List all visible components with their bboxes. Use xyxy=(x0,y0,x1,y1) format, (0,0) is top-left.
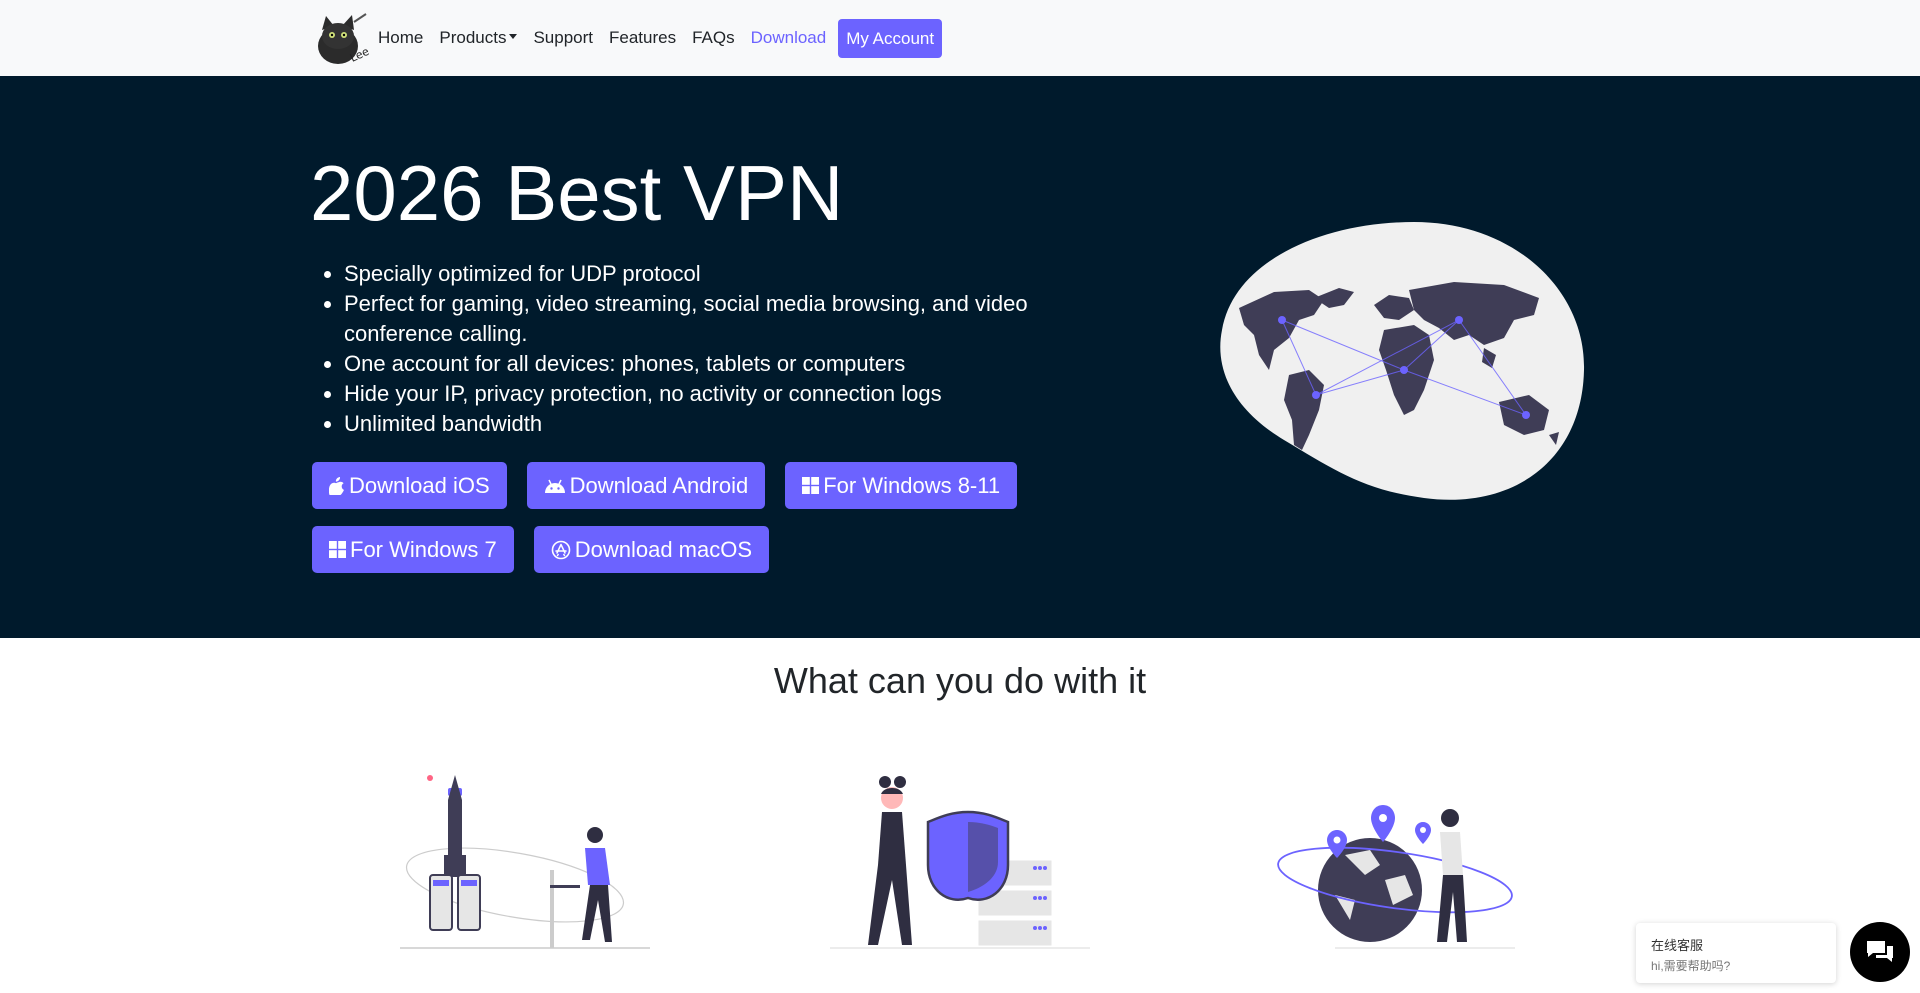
cat-logo-icon[interactable]: Lee xyxy=(312,10,370,66)
download-ios-label: Download iOS xyxy=(349,472,490,498)
hero-title: 2026 Best VPN xyxy=(310,149,844,237)
download-windows-8-11-label: For Windows 8-11 xyxy=(823,472,1001,498)
chat-subtitle: hi,需要帮助吗? xyxy=(1651,959,1731,973)
apple-icon xyxy=(329,476,344,495)
download-windows-7-button[interactable]: For Windows 7 xyxy=(312,526,514,573)
my-account-button[interactable]: My Account xyxy=(838,18,943,58)
global-locations-illustration xyxy=(1277,805,1515,949)
nav-download[interactable]: Download xyxy=(751,28,827,48)
android-icon xyxy=(544,479,565,493)
feature-item: Perfect for gaming, video streaming, soc… xyxy=(324,289,1134,349)
feature-item: Unlimited bandwidth xyxy=(324,409,1134,439)
feature-item: Hide your IP, privacy protection, no act… xyxy=(324,379,1134,409)
download-macos-button[interactable]: Download macOS xyxy=(533,526,770,573)
chat-title: 在线客服 xyxy=(1651,938,1704,953)
download-buttons-row-2: For Windows 7 Download macOS xyxy=(312,526,789,573)
nav-products-label: Products xyxy=(439,28,507,47)
feature-list: Specially optimized for UDP protocol Per… xyxy=(324,259,1134,439)
nav-features[interactable]: Features xyxy=(609,28,676,48)
nav-home[interactable]: Home xyxy=(378,28,423,48)
nav-support[interactable]: Support xyxy=(533,28,593,48)
chat-prompt-bubble[interactable]: 在线客服 hi,需要帮助吗? xyxy=(1636,923,1836,983)
windows-icon xyxy=(329,541,346,558)
feature-item: One account for all devices: phones, tab… xyxy=(324,349,1134,379)
download-windows-8-11-button[interactable]: For Windows 8-11 xyxy=(785,462,1018,509)
chat-icon xyxy=(1867,941,1893,962)
world-map-illustration xyxy=(1220,222,1585,500)
download-buttons-row-1: Download iOS Download Android For Window… xyxy=(312,462,1037,509)
nav-products-dropdown[interactable]: Products xyxy=(439,28,518,48)
chat-launcher-button[interactable] xyxy=(1850,922,1910,982)
nav-faqs[interactable]: FAQs xyxy=(692,28,735,48)
rocket-launch-illustration xyxy=(400,775,650,949)
app-store-icon xyxy=(551,540,571,559)
section-title: What can you do with it xyxy=(773,660,1147,701)
download-macos-label: Download macOS xyxy=(574,536,753,562)
download-android-label: Download Android xyxy=(569,472,749,498)
windows-icon xyxy=(802,477,820,494)
download-windows-7-label: For Windows 7 xyxy=(350,536,497,562)
nav-container: Lee Home Products Support Features FAQs … xyxy=(312,8,943,68)
download-ios-button[interactable]: Download iOS xyxy=(312,462,507,509)
download-android-button[interactable]: Download Android xyxy=(526,462,766,509)
hero-section: 2026 Best VPN Specially optimized for UD… xyxy=(0,76,1920,638)
chevron-down-icon xyxy=(509,34,518,40)
feature-item: Specially optimized for UDP protocol xyxy=(324,259,1134,289)
security-shield-illustration xyxy=(830,776,1090,949)
navbar: Lee Home Products Support Features FAQs … xyxy=(0,0,1920,76)
